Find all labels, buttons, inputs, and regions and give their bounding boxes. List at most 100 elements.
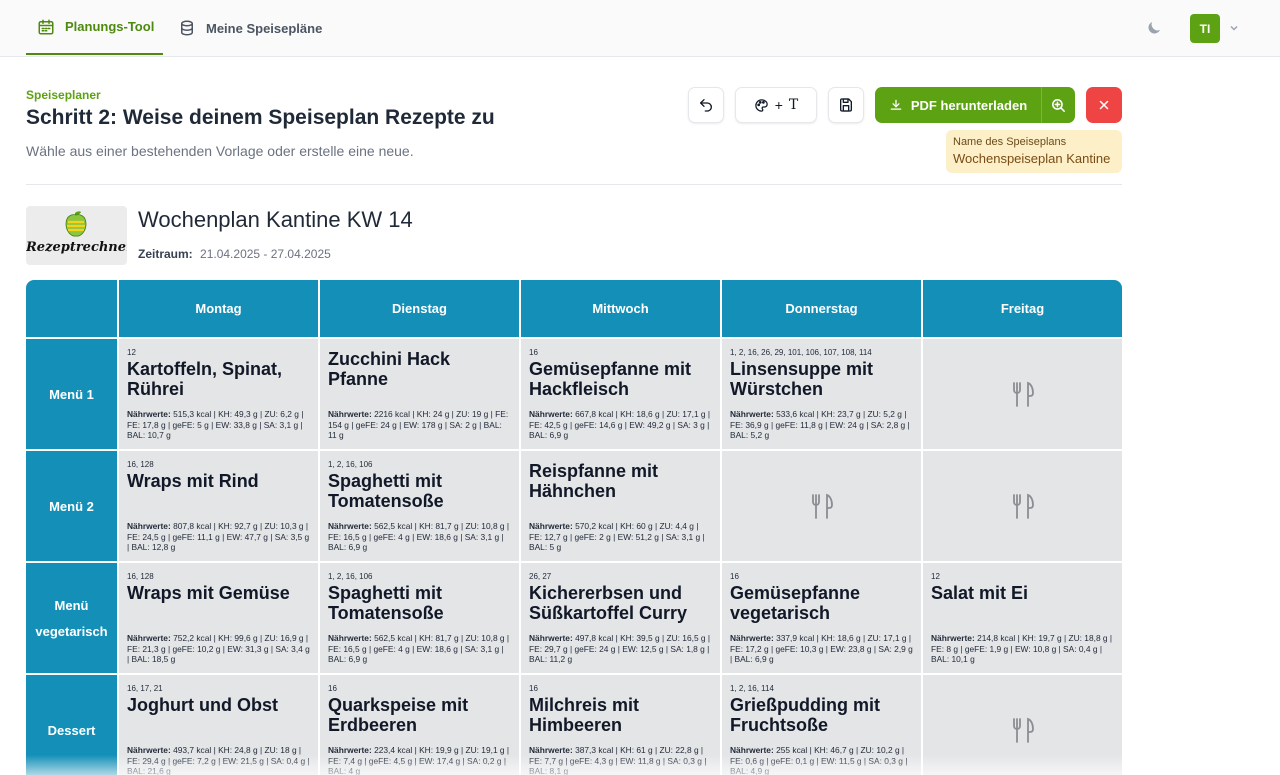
nutrition-info: Nährwerte: 214,8 kcal | KH: 19,7 g | ZU:… [931, 633, 1114, 665]
meal-cell[interactable]: 16, 128 Wraps mit Gemüse Nährwerte: 752,2 … [119, 563, 318, 673]
top-navigation: Planungs-Tool Meine Speisepläne TI [0, 0, 1280, 57]
cutlery-icon [1012, 717, 1034, 743]
day-header-dienstag: Dienstag [320, 280, 519, 337]
meal-cell[interactable]: 16 Gemüsepfanne mit Hackfleisch Nährwerte:… [521, 339, 720, 449]
menu-row-label-line: Menü [54, 597, 89, 613]
day-header-mittwoch: Mittwoch [521, 280, 720, 337]
allergen-codes: 16, 128 [127, 572, 154, 581]
dish-name: Kartoffeln, Spinat, Rührei [127, 359, 283, 399]
dish-name: Kichererbsen und Süßkartoffel Curry [529, 583, 688, 623]
meal-cell[interactable]: 16, 128 Wraps mit Rind Nährwerte: 807,8 kc… [119, 451, 318, 561]
avatar[interactable]: TI [1190, 14, 1220, 43]
nutrition-prefix: Nährwerte: [127, 409, 171, 419]
allergen-codes: 1, 2, 16, 26, 29, 101, 106, 107, 108, 11… [730, 348, 872, 357]
style-text-button[interactable]: + T [735, 87, 817, 123]
allergen-codes: 12 [127, 348, 136, 357]
meal-cell[interactable]: 1, 2, 16, 26, 29, 101, 106, 107, 108, 11… [722, 339, 921, 449]
dish-name: Quarkspeise mit Erdbeeren [328, 695, 469, 735]
save-button[interactable] [828, 87, 864, 123]
close-icon [1099, 100, 1109, 110]
empty-meal-cell[interactable] [923, 451, 1122, 561]
allergen-codes: 1, 2, 16, 106 [328, 460, 373, 469]
moon-icon[interactable] [1145, 19, 1163, 37]
nutrition-info: Nährwerte: 515,3 kcal | KH: 49,3 g | ZU:… [127, 409, 310, 441]
nutrition-prefix: Nährwerte: [328, 745, 372, 755]
meal-cell[interactable]: 1, 2, 16, 106 Spaghetti mit Tomatensoße Nä… [320, 563, 519, 673]
save-icon [839, 98, 852, 112]
nutrition-prefix: Nährwerte: [931, 633, 975, 643]
cutlery-icon [811, 493, 833, 519]
style-plus: + [774, 97, 783, 113]
nutrition-info: Nährwerte: 533,6 kcal | KH: 23,7 g | ZU:… [730, 409, 913, 441]
download-pdf-label: PDF herunterladen [910, 97, 1028, 113]
meal-cell[interactable]: 12 Kartoffeln, Spinat, Rührei Nährwerte: 5… [119, 339, 318, 449]
download-pdf-button[interactable]: PDF herunterladen [875, 87, 1041, 123]
period-value: 21.04.2025 - 27.04.2025 [200, 247, 331, 261]
empty-meal-cell[interactable] [722, 451, 921, 561]
download-icon [890, 99, 902, 110]
nutrition-info: Nährwerte: 2216 kcal | KH: 24 g | ZU: 19… [328, 409, 511, 441]
meal-cell[interactable]: 1, 2, 16, 106 Spaghetti mit Tomatensoße Nä… [320, 451, 519, 561]
allergen-codes: 16 [730, 572, 739, 581]
tab-my-plans[interactable]: Meine Speisepläne [178, 0, 322, 56]
empty-meal-cell[interactable] [923, 339, 1122, 449]
dish-name: Reispfanne mit Hähnchen [529, 461, 659, 501]
menu-row-label-line: vegetarisch [35, 623, 108, 639]
undo-icon [700, 99, 712, 112]
page-subtitle: Wähle aus einer bestehenden Vorlage oder… [26, 143, 414, 159]
dish-name: Gemüsepfanne vegetarisch [730, 583, 861, 623]
undo-button[interactable] [688, 87, 724, 123]
calendar-icon [38, 19, 54, 34]
nutrition-info: Nährwerte: 497,8 kcal | KH: 39,5 g | ZU:… [529, 633, 712, 665]
cutlery-icon [1012, 493, 1034, 519]
dish-name: Spaghetti mit Tomatensoße [328, 471, 444, 511]
dish-name: Wraps mit Gemüse [127, 583, 290, 603]
logo: Rezeptrechner [26, 206, 127, 265]
nutrition-prefix: Nährwerte: [730, 633, 774, 643]
day-header-montag: Montag [119, 280, 318, 337]
meal-cell[interactable]: Zucchini Hack Pfanne Nährwerte: 2216 kcal… [320, 339, 519, 449]
dish-name: Spaghetti mit Tomatensoße [328, 583, 444, 623]
apple-logo-icon [65, 211, 87, 237]
header-divider [26, 184, 1122, 185]
close-button[interactable] [1086, 87, 1122, 123]
allergen-codes: 1, 2, 16, 106 [328, 572, 373, 581]
meal-cell[interactable]: Reispfanne mit Hähnchen Nährwerte: 570,2 … [521, 451, 720, 561]
nutrition-info: Nährwerte: 570,2 kcal | KH: 60 g | ZU: 4… [529, 521, 712, 553]
nutrition-prefix: Nährwerte: [328, 633, 372, 643]
nutrition-prefix: Nährwerte: [529, 745, 573, 755]
nutrition-prefix: Nährwerte: [127, 633, 171, 643]
dish-name: Salat mit Ei [931, 583, 1029, 603]
meal-cell[interactable]: 12 Salat mit Ei Nährwerte: 214,8 kcal | KH… [923, 563, 1122, 673]
dish-name: Linsensuppe mit Würstchen [730, 359, 874, 399]
nutrition-info: Nährwerte: 667,8 kcal | KH: 18,6 g | ZU:… [529, 409, 712, 441]
dish-name: Zucchini Hack Pfanne [328, 349, 451, 389]
dish-name: Gemüsepfanne mit Hackfleisch [529, 359, 692, 399]
meal-cell[interactable]: 16 Gemüsepfanne vegetarisch Nährwerte: 337… [722, 563, 921, 673]
nutrition-prefix: Nährwerte: [529, 633, 573, 643]
nutrition-prefix: Nährwerte: [127, 521, 171, 531]
tab-planning-tool[interactable]: Planungs-Tool [26, 0, 163, 55]
nutrition-info: Nährwerte: 562,5 kcal | KH: 81,7 g | ZU:… [328, 521, 511, 553]
page-title: Schritt 2: Weise deinem Speiseplan Rezep… [26, 106, 495, 129]
allergen-codes: 1, 2, 16, 114 [730, 684, 774, 693]
dish-name: Joghurt und Obst [127, 695, 278, 715]
grid-corner-cell [26, 280, 117, 337]
plan-title: Wochenplan Kantine KW 14 [138, 207, 413, 232]
nutrition-prefix: Nährwerte: [730, 745, 774, 755]
day-header-donnerstag: Donnerstag [722, 280, 921, 337]
allergen-codes: 16 [328, 684, 337, 693]
tab-planning-tool-label: Planungs-Tool [65, 19, 155, 34]
nutrition-prefix: Nährwerte: [328, 409, 372, 419]
meal-cell[interactable]: 26, 27 Kichererbsen und Süßkartoffel Curr… [521, 563, 720, 673]
nutrition-info: Nährwerte: 807,8 kcal | KH: 92,7 g | ZU:… [127, 521, 310, 553]
zoom-in-icon [1052, 98, 1065, 112]
allergen-codes: 16 [529, 348, 538, 357]
nutrition-prefix: Nährwerte: [127, 745, 171, 755]
zoom-preview-button[interactable] [1041, 87, 1075, 123]
plan-period: Zeitraum: 21.04.2025 - 27.04.2025 [138, 247, 331, 261]
plan-name-label: Name des Speiseplans [953, 136, 1067, 148]
nutrition-prefix: Nährwerte: [529, 409, 573, 419]
plan-name-tooltip: Name des Speiseplans Wochenspeiseplan Ka… [946, 130, 1122, 173]
chevron-down-icon[interactable] [1228, 22, 1240, 34]
